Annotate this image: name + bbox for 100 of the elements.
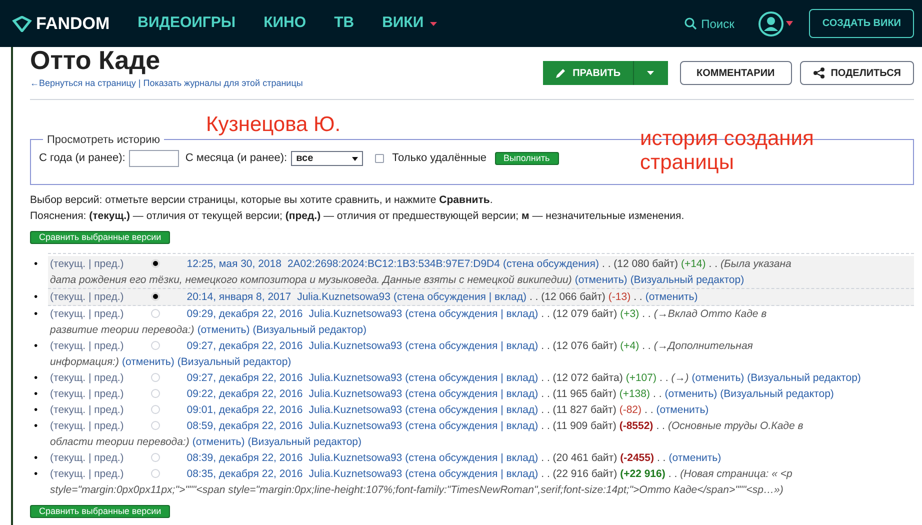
revision-action-link[interactable]: (отменить) (645, 290, 698, 302)
revision-radio[interactable] (150, 389, 160, 398)
back-links[interactable]: ←Вернуться на страницу | Показать журналы для этой страницы (30, 77, 543, 90)
revision-date-link[interactable]: 08:35, декабря 22, 2016 (186, 468, 303, 480)
revision-action-link[interactable]: (отменить) (197, 324, 250, 336)
user-link[interactable]: Julia.Kuznetsowa93 (308, 420, 402, 432)
revision-action-link[interactable]: (отменить) (122, 356, 174, 368)
user-talk-links[interactable]: (стена обсуждения | вклад) (405, 340, 538, 352)
diff-links[interactable]: (текущ. | пред.) (50, 340, 124, 352)
revision-radio[interactable] (150, 373, 160, 382)
revision-action-link[interactable]: (Визуальный редактор) (252, 324, 366, 336)
list-bullet: • (34, 290, 39, 304)
revision-action-link[interactable]: (отменить) (692, 372, 744, 384)
create-wiki-button[interactable]: СОЗДАТЬ ВИКИ (809, 9, 914, 38)
user-link[interactable]: Julia.Kuznetsowa93 (308, 308, 402, 320)
comments-button[interactable]: КОММЕНТАРИИ (680, 61, 792, 85)
compare-button[interactable]: Сравнить выбранные версии (30, 504, 170, 518)
revision-date-link[interactable]: 09:29, декабря 22, 2016 (186, 308, 303, 320)
size-change: (+4) (620, 340, 640, 352)
revision-radio[interactable] (150, 309, 160, 318)
separator: . . (668, 468, 678, 480)
user-link[interactable]: Julia.Kuznetsowa93 (297, 290, 390, 302)
diff-links[interactable]: (текущ. | пред.) (50, 290, 124, 302)
diff-links[interactable]: (текущ. | пред.) (50, 468, 124, 480)
list-bullet: • (34, 306, 39, 322)
user-link[interactable]: Julia.Kuznetsowa93 (308, 404, 402, 416)
diff-links[interactable]: (текущ. | пред.) (50, 308, 124, 320)
fandom-logo[interactable]: FANDOM (36, 10, 110, 36)
revision-action-link[interactable]: (Визуальный редактор) (720, 388, 834, 400)
size-change: (+107) (626, 372, 656, 384)
diff-links[interactable]: (текущ. | пред.) (50, 258, 124, 270)
revision-size: . . (11 965 байт) (541, 388, 616, 400)
caret-icon (430, 22, 437, 26)
revision-radio[interactable] (150, 292, 160, 302)
compare-button[interactable]: Сравнить выбранные версии (30, 230, 170, 244)
revision-date-link[interactable]: 08:59, декабря 22, 2016 (186, 420, 303, 432)
revision-action-link[interactable]: (отменить) (656, 404, 709, 416)
edit-dropdown-button[interactable] (634, 61, 668, 85)
deleted-only-checkbox[interactable] (375, 154, 384, 163)
diff-links[interactable]: (текущ. | пред.) (50, 452, 124, 464)
revision-size: . . (11 827 байт) (541, 404, 616, 416)
diff-links[interactable]: (текущ. | пред.) (50, 372, 124, 384)
revision-radio[interactable] (150, 421, 160, 430)
revision-date-link[interactable]: 09:22, декабря 22, 2016 (186, 388, 303, 400)
revision-date-link[interactable]: 12:25, мая 30, 2018 (186, 258, 282, 270)
search-button[interactable]: Поиск (684, 14, 734, 32)
separator: . . (642, 340, 651, 352)
revision-action-link[interactable]: (Визуальный редактор) (747, 372, 861, 384)
user-link[interactable]: Julia.Kuznetsowa93 (308, 372, 402, 384)
list-bullet: • (34, 466, 39, 482)
edit-button[interactable]: ПРАВИТЬ (542, 61, 634, 85)
submit-button[interactable]: Выполнить (494, 152, 559, 165)
user-talk-links[interactable]: (стена обсуждения) (502, 258, 599, 270)
revision-radio[interactable] (150, 341, 160, 350)
revision-action-link[interactable]: (Визуальный редактор) (248, 436, 362, 448)
user-link[interactable]: Julia.Kuznetsowa93 (308, 468, 402, 480)
user-talk-links[interactable]: (стена обсуждения | вклад) (405, 388, 538, 400)
user-avatar-icon[interactable] (758, 10, 784, 36)
year-input[interactable] (129, 150, 180, 167)
revision-date-link[interactable]: 09:01, декабря 22, 2016 (186, 404, 303, 416)
pencil-icon (554, 67, 567, 79)
revision-action-link[interactable]: (Визуальный редактор) (630, 274, 744, 286)
diff-links[interactable]: (текущ. | пред.) (50, 388, 124, 400)
month-select[interactable]: все (291, 151, 364, 166)
revision-date-link[interactable]: 08:39, декабря 22, 2016 (186, 452, 303, 464)
user-talk-links[interactable]: (стена обсуждения | вклад) (405, 468, 538, 480)
share-button[interactable]: ПОДЕЛИТЬСЯ (800, 61, 914, 85)
user-talk-links[interactable]: (стена обсуждения | вклад) (405, 452, 538, 464)
nav-menu-item[interactable]: ВИКИ (382, 12, 437, 35)
user-link[interactable]: 2A02:2698:2024:BC12:1B3:534B:97E7:D9D4 (287, 258, 500, 270)
edit-summary: (Была указана (720, 258, 792, 270)
user-link[interactable]: Julia.Kuznetsowa93 (308, 340, 402, 352)
list-bullet: • (34, 386, 39, 402)
revision-action-link[interactable]: (отменить) (668, 452, 722, 464)
revision-date-link[interactable]: 20:14, января 8, 2017 (186, 290, 292, 302)
revision-radio[interactable] (150, 453, 160, 462)
revision-date-link[interactable]: 09:27, декабря 22, 2016 (186, 340, 303, 352)
user-link[interactable]: Julia.Kuznetsowa93 (308, 452, 402, 464)
revision-radio[interactable] (150, 469, 160, 478)
diff-links[interactable]: (текущ. | пред.) (50, 420, 124, 432)
filter-legend: Просмотреть историю (43, 132, 164, 148)
nav-menu-item[interactable]: КИНО (264, 12, 306, 35)
revision-action-link[interactable]: (отменить) (664, 388, 718, 400)
user-talk-links[interactable]: (стена обсуждения | вклад) (405, 420, 538, 432)
revision-action-link[interactable]: (Визуальный редактор) (177, 356, 292, 368)
caret-icon (352, 156, 358, 160)
user-talk-links[interactable]: (стена обсуждения | вклад) (405, 308, 538, 320)
revision-radio[interactable] (150, 405, 160, 414)
revision-action-link[interactable]: (отменить) (574, 274, 628, 286)
user-link[interactable]: Julia.Kuznetsowa93 (308, 388, 402, 400)
user-talk-links[interactable]: (стена обсуждения | вклад) (405, 404, 538, 416)
nav-menu-item[interactable]: ТВ (334, 12, 354, 35)
diff-links[interactable]: (текущ. | пред.) (50, 404, 124, 416)
nav-menu-item[interactable]: ВИДЕОИГРЫ (138, 12, 236, 35)
edit-summary: области теории перевода:) (50, 436, 190, 448)
revision-radio[interactable] (150, 259, 160, 268)
revision-date-link[interactable]: 09:27, декабря 22, 2016 (186, 372, 303, 384)
revision-action-link[interactable]: (отменить) (192, 436, 245, 448)
user-talk-links[interactable]: (стена обсуждения | вклад) (405, 372, 538, 384)
user-talk-links[interactable]: (стена обсуждения | вклад) (393, 290, 526, 302)
